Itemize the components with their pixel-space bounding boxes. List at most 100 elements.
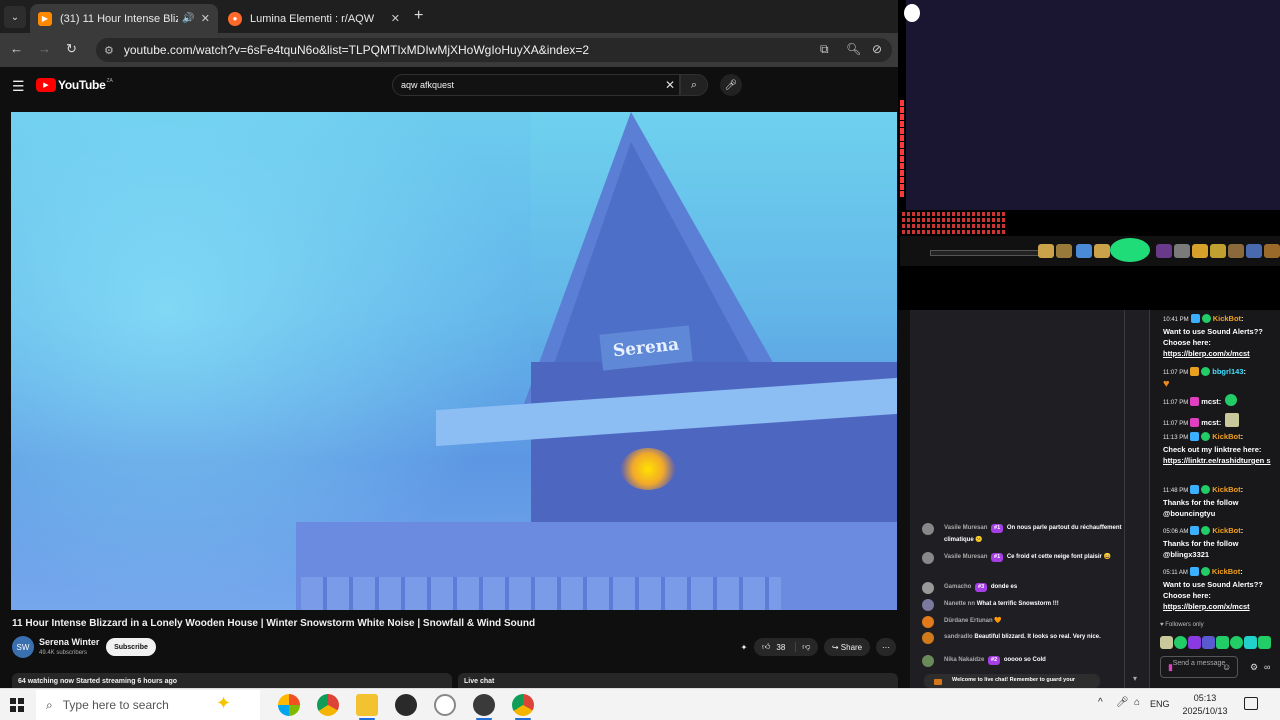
tab-reddit[interactable]: ● Lumina Elementi : r/AQW ✕ [220, 4, 408, 33]
kick-chat-message: 11:07 PM mcst: [1163, 413, 1275, 430]
kick-chat-message: 05:11 AM KickBot: Want to use Sound Alert… [1163, 566, 1275, 612]
tab-close-icon[interactable]: ✕ [391, 12, 400, 25]
avatar [922, 655, 934, 667]
menu-icon [1174, 244, 1190, 258]
chat-username[interactable]: mcst [1201, 397, 1219, 406]
photos-app-icon[interactable] [278, 694, 300, 716]
youtube-logo[interactable]: ▶ YouTube ZA [36, 78, 113, 92]
live-chat-header[interactable]: Live chat [458, 673, 898, 688]
search-icon: ⌕ [46, 697, 53, 712]
chrome-app-icon[interactable] [512, 694, 534, 716]
chat-author: Gamacho [944, 584, 972, 590]
obs-app-icon[interactable] [395, 694, 417, 716]
chat-message: Vasile Muresan #1 Ce froid et cette neig… [922, 551, 1122, 564]
menu-icon[interactable]: ☰ [12, 78, 25, 95]
chat-username[interactable]: KickBot [1212, 432, 1240, 441]
tab-close-icon[interactable]: ✕ [201, 12, 210, 25]
chat-username[interactable]: KickBot [1212, 567, 1240, 576]
hud-progress-bar [930, 250, 1040, 256]
channel-avatar[interactable]: SW [12, 636, 34, 658]
avatar [922, 632, 934, 644]
install-icon[interactable]: ⧉ [820, 42, 829, 57]
language-indicator[interactable]: ENG [1150, 699, 1170, 709]
game-app-icon[interactable] [473, 694, 495, 716]
crown-badge-icon [1190, 367, 1200, 376]
back-icon[interactable]: ← [10, 41, 23, 56]
search-input[interactable]: aqw afkquest ✕ [392, 74, 680, 96]
region-code: ZA [106, 78, 113, 84]
emote-icon[interactable] [1202, 636, 1215, 649]
emote-icon[interactable] [1160, 636, 1173, 649]
skill-icon [1094, 244, 1110, 258]
forward-icon[interactable]: → [38, 41, 51, 56]
search-icon: ⌕ [690, 78, 698, 91]
member-badge: #2 [988, 656, 1001, 665]
porch-lamp [621, 448, 675, 490]
message-time: 05:06 AM [1163, 529, 1189, 535]
chat-username[interactable]: KickBot [1212, 485, 1240, 494]
chat-username[interactable]: bbgrl143 [1212, 367, 1243, 376]
emoji-picker-icon[interactable]: ☺ [1222, 662, 1231, 672]
chevron-down-icon[interactable]: ▾ [1133, 674, 1137, 683]
file-explorer-icon[interactable] [356, 694, 378, 716]
notification-icon[interactable] [1244, 697, 1258, 710]
tab-youtube[interactable]: ▶ (31) 11 Hour Intense Blizzard 🔊 ✕ [30, 4, 218, 33]
emote-icon[interactable] [1230, 636, 1243, 649]
video-player[interactable]: Serena [11, 112, 897, 610]
chrome-app-icon[interactable] [317, 694, 339, 716]
chat-text: ooooo so Cold [1003, 657, 1046, 663]
menu-icon [1264, 244, 1280, 258]
tab-title: Lumina Elementi : r/AQW [250, 12, 375, 25]
site-info-icon[interactable]: ⚙ [104, 44, 114, 57]
emote-icon[interactable] [1188, 636, 1201, 649]
settings-icon[interactable]: ⚙ [1250, 662, 1258, 673]
zoom-icon[interactable]: 🔍︎ [846, 42, 861, 56]
emote-icon[interactable] [1174, 636, 1187, 649]
tab-search-button[interactable]: ⌄ [4, 6, 26, 28]
system-clock[interactable]: 05:13 2025/10/13 [1180, 692, 1230, 718]
network-icon[interactable]: ⌂ [1134, 697, 1140, 708]
reload-icon[interactable]: ↻ [66, 41, 77, 57]
chat-emoji: 🧡 [994, 618, 1002, 624]
like-button[interactable]: 👍︎ 38 👎︎ [754, 638, 818, 656]
emote-icon[interactable] [1258, 636, 1271, 649]
video-title: 11 Hour Intense Blizzard in a Lonely Woo… [12, 618, 536, 629]
chevron-up-icon[interactable]: ^ [1098, 697, 1103, 708]
copilot-sparkle-icon[interactable]: ✦ [216, 693, 231, 714]
channel-name[interactable]: Serena Winter [39, 637, 99, 647]
clear-search-icon[interactable]: ✕ [665, 78, 675, 92]
message-text: Want to use Sound Alerts?? Choose here: [1163, 580, 1263, 600]
tracking-off-icon[interactable]: ⊘ [872, 42, 882, 56]
emote-icon[interactable] [1216, 636, 1229, 649]
voice-search-icon[interactable]: 🎤︎ [720, 74, 742, 96]
reddit-favicon-icon: ● [228, 11, 242, 26]
chat-username[interactable]: mcst [1201, 418, 1219, 427]
emote-icon[interactable] [1244, 636, 1257, 649]
subscribe-button[interactable]: Subscribe [106, 638, 156, 656]
speaker-icon[interactable]: 🔊 [182, 13, 194, 24]
chat-text: Ce froid et cette neige font plaisir [1006, 554, 1102, 560]
chat-username[interactable]: KickBot [1213, 314, 1241, 323]
microphone-icon[interactable]: 🎤︎ [1116, 697, 1129, 708]
address-bar[interactable]: ⚙ youtube.com/watch?v=6sFe4tquN6o&list=T… [96, 38, 892, 62]
snipping-tool-icon[interactable] [434, 694, 456, 716]
message-link[interactable]: https://blerp.com/x/mcst [1163, 349, 1250, 358]
chat-author: Dürdane Ertunan [944, 618, 993, 624]
donate-icon[interactable]: ✦ [736, 638, 752, 656]
new-tab-icon[interactable]: + [414, 7, 423, 25]
chat-text: donde es [990, 584, 1018, 590]
share-button[interactable]: ↪ Share [824, 638, 870, 656]
chat-username[interactable]: KickBot [1212, 526, 1240, 535]
message-link[interactable]: https://blerp.com/x/mcst [1163, 602, 1250, 611]
message-link[interactable]: https://linktr.ee/rashidturgen s [1163, 456, 1271, 465]
users-icon[interactable]: ∞ [1264, 662, 1270, 672]
search-button[interactable]: ⌕ [680, 74, 708, 96]
message-time: 11:13 PM [1163, 435, 1189, 441]
chat-message: Nanette nn What a terrific Snowstorm !!! [922, 598, 1122, 611]
more-actions-icon[interactable]: ⋯ [876, 638, 896, 656]
tab-title: (31) 11 Hour Intense Blizzard [60, 12, 179, 25]
windows-start-icon[interactable] [10, 698, 24, 712]
dislike-icon[interactable]: 👎︎ [795, 642, 810, 652]
avatar [922, 552, 934, 564]
overlay-circle [904, 4, 920, 22]
